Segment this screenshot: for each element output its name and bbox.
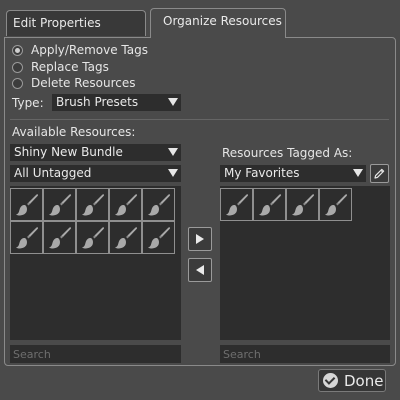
done-label: Done [344,371,384,390]
tagged-resource-item[interactable] [319,188,352,221]
chevron-down-icon [168,169,178,177]
brush-icon [114,193,137,215]
radio-button[interactable] [12,44,23,56]
brush-icon [291,193,314,215]
brush-icon [258,193,281,215]
tab-label: Organize Resources [163,14,282,28]
available-resource-item[interactable] [10,188,43,221]
radio-button[interactable] [12,77,23,89]
bundle-value: Shiny New Bundle [14,145,123,159]
available-resource-item[interactable] [109,221,142,254]
tagged-resource-item[interactable] [286,188,319,221]
brush-icon [81,193,104,215]
tagged-resource-item[interactable] [220,188,253,221]
filter-value: All Untagged [14,166,92,180]
divider [10,119,389,120]
tab-organize-resources[interactable]: Organize Resources [150,8,286,38]
done-button[interactable]: Done [318,369,386,392]
chevron-down-icon [168,148,178,156]
tagged-resource-item[interactable] [253,188,286,221]
radio-label: Delete Resources [31,76,136,90]
brush-icon [225,193,248,215]
brush-icon [48,193,71,215]
arrow-right-icon [196,234,204,244]
brush-icon [324,193,347,215]
available-resource-item[interactable] [10,221,43,254]
tag-dropdown[interactable]: My Favorites [220,165,366,182]
available-resource-item[interactable] [76,221,109,254]
type-dropdown[interactable]: Brush Presets [52,94,181,111]
tagged-resources-grid [220,188,390,221]
chevron-down-icon [168,98,178,106]
edit-tag-button[interactable] [370,164,389,183]
brush-icon [81,226,104,248]
available-resources-label: Available Resources: [12,125,136,139]
add-tag-button[interactable] [188,227,212,251]
checkmark-icon [323,373,338,388]
available-resource-item[interactable] [43,221,76,254]
radio-label: Replace Tags [31,60,109,74]
available-resource-item[interactable] [142,221,175,254]
remove-tag-button[interactable] [188,258,212,282]
radio-delete-resources[interactable]: Delete Resources [12,75,136,91]
available-search-input[interactable] [10,345,181,363]
available-resource-item[interactable] [142,188,175,221]
chevron-down-icon [353,169,363,177]
available-resource-item[interactable] [76,188,109,221]
radio-replace-tags[interactable]: Replace Tags [12,59,109,75]
tagged-search-input[interactable] [220,345,390,363]
radio-button[interactable] [12,61,23,73]
brush-icon [147,226,170,248]
brush-icon [15,193,38,215]
filter-dropdown[interactable]: All Untagged [10,165,181,182]
brush-icon [48,226,71,248]
available-resource-item[interactable] [43,188,76,221]
tag-value: My Favorites [224,166,300,180]
brush-icon [15,226,38,248]
tab-joint [151,36,285,38]
type-value: Brush Presets [56,95,139,109]
brush-icon [114,226,137,248]
pencil-icon [374,168,385,179]
radio-apply-remove-tags[interactable]: Apply/Remove Tags [12,42,148,58]
radio-label: Apply/Remove Tags [31,43,148,57]
bundle-dropdown[interactable]: Shiny New Bundle [10,144,181,161]
brush-icon [147,193,170,215]
resources-tagged-label: Resources Tagged As: [222,146,353,160]
tab-label: Edit Properties [13,16,101,30]
available-resource-item[interactable] [109,188,142,221]
arrow-left-icon [196,265,204,275]
tab-edit-properties[interactable]: Edit Properties [6,10,146,36]
available-resources-grid [10,188,180,254]
type-label: Type: [12,96,44,110]
